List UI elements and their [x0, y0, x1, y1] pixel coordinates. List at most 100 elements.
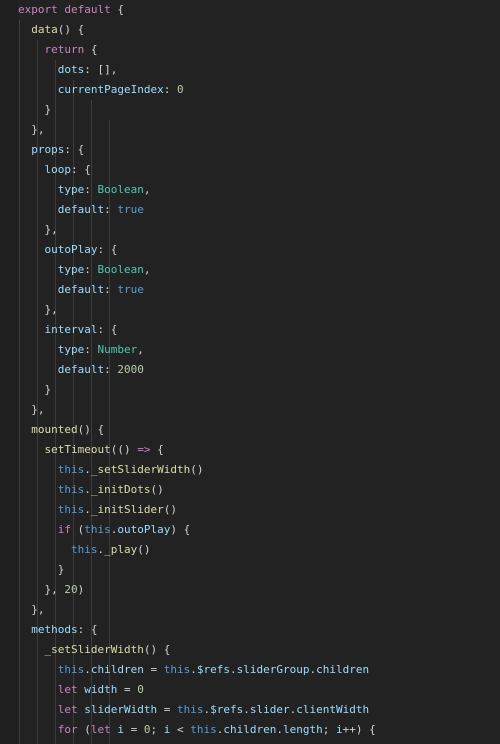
code-token: loop [44, 163, 72, 176]
code-line[interactable]: methods: { [0, 620, 500, 640]
code-token: 0 [137, 683, 144, 696]
code-line[interactable]: }, [0, 300, 500, 320]
code-token: = [157, 703, 177, 716]
code-line[interactable]: type: Boolean, [0, 180, 500, 200]
code-token: (() [110, 443, 138, 456]
code-line[interactable]: } [0, 100, 500, 120]
code-token: }, [18, 603, 45, 616]
code-line[interactable]: props: { [0, 140, 500, 160]
code-line[interactable]: type: Number, [0, 340, 500, 360]
code-token: 0 [176, 83, 184, 96]
code-line[interactable]: default: 2000 [0, 360, 500, 380]
code-token: this [84, 523, 111, 536]
code-line[interactable]: } [0, 380, 500, 400]
code-editor[interactable]: export default { data() { return { dots:… [0, 0, 500, 744]
code-token: , [143, 183, 151, 196]
code-token: = [143, 663, 164, 676]
code-token: this [57, 463, 85, 476]
code-token: let [57, 683, 78, 696]
code-token: true [117, 283, 144, 296]
code-line[interactable]: loop: { [0, 160, 500, 180]
code-token: for [57, 723, 78, 736]
code-token: } [18, 563, 65, 576]
code-token: type [57, 183, 85, 196]
code-line[interactable]: mounted() { [0, 420, 500, 440]
code-token: type [57, 263, 85, 276]
code-token: , [143, 263, 151, 276]
code-token: methods [31, 623, 78, 636]
code-line[interactable]: dots: [], [0, 60, 500, 80]
code-token: : [163, 83, 177, 96]
code-token: children [90, 663, 144, 676]
code-token: this [57, 503, 85, 516]
code-token: _play [104, 543, 138, 556]
code-token: } [18, 383, 52, 396]
code-line[interactable]: _setSliderWidth() { [0, 640, 500, 660]
code-token: sliderGroup [236, 663, 310, 676]
code-token: ; [322, 723, 336, 736]
code-line[interactable]: }, [0, 220, 500, 240]
code-token: true [117, 203, 144, 216]
code-line[interactable]: }, 20) [0, 580, 500, 600]
code-line[interactable]: this._initSlider() [0, 500, 500, 520]
code-token: () [150, 483, 164, 496]
code-token: i [117, 723, 124, 736]
code-line[interactable]: if (this.outoPlay) { [0, 520, 500, 540]
code-token: type [57, 343, 85, 356]
code-token: ++) { [342, 723, 376, 736]
code-token: () { [57, 23, 85, 36]
code-token: default [57, 283, 105, 296]
code-line[interactable]: this.children = this.$refs.sliderGroup.c… [0, 660, 500, 680]
code-line[interactable]: this._setSliderWidth() [0, 460, 500, 480]
code-line[interactable]: }, [0, 120, 500, 140]
code-token: { [84, 43, 98, 56]
code-line[interactable]: let child = this.children[i] [0, 740, 500, 744]
code-token: interval [44, 323, 98, 336]
code-line[interactable]: setTimeout(() => { [0, 440, 500, 460]
code-token: , [137, 343, 144, 356]
code-token: }, [18, 403, 45, 416]
code-line[interactable]: for (let i = 0; i < this.children.length… [0, 720, 500, 740]
code-line[interactable]: default: true [0, 200, 500, 220]
code-line[interactable]: this._initDots() [0, 480, 500, 500]
code-line[interactable]: } [0, 560, 500, 580]
code-token: { [150, 443, 164, 456]
code-token: 20 [64, 583, 78, 596]
code-line[interactable]: }, [0, 400, 500, 420]
code-line[interactable]: outoPlay: { [0, 240, 500, 260]
code-token: : [104, 283, 118, 296]
code-line[interactable]: let width = 0 [0, 680, 500, 700]
code-line[interactable]: let sliderWidth = this.$refs.slider.clie… [0, 700, 500, 720]
code-token: this [190, 723, 217, 736]
code-line[interactable]: default: true [0, 280, 500, 300]
code-token: children [316, 663, 370, 676]
code-token: () [190, 463, 204, 476]
code-line[interactable]: }, [0, 600, 500, 620]
code-content[interactable]: export default { data() { return { dots:… [0, 0, 500, 744]
code-line[interactable]: this._play() [0, 540, 500, 560]
code-token: }, [18, 223, 58, 236]
code-token: sliderWidth [84, 703, 158, 716]
code-token: _initSlider [90, 503, 164, 516]
code-token: = [117, 683, 138, 696]
code-line[interactable]: return { [0, 40, 500, 60]
code-token: this [57, 483, 85, 496]
code-token: this [57, 663, 85, 676]
code-token: . [190, 663, 197, 676]
code-token: data [31, 23, 58, 36]
code-line[interactable]: export default { [0, 0, 500, 20]
code-line[interactable]: type: Boolean, [0, 260, 500, 280]
code-line[interactable]: interval: { [0, 320, 500, 340]
code-line[interactable]: data() { [0, 20, 500, 40]
code-token: setTimeout [44, 443, 111, 456]
code-line[interactable]: currentPageIndex: 0 [0, 80, 500, 100]
code-token: }, [18, 583, 65, 596]
code-token: ) [77, 583, 85, 596]
